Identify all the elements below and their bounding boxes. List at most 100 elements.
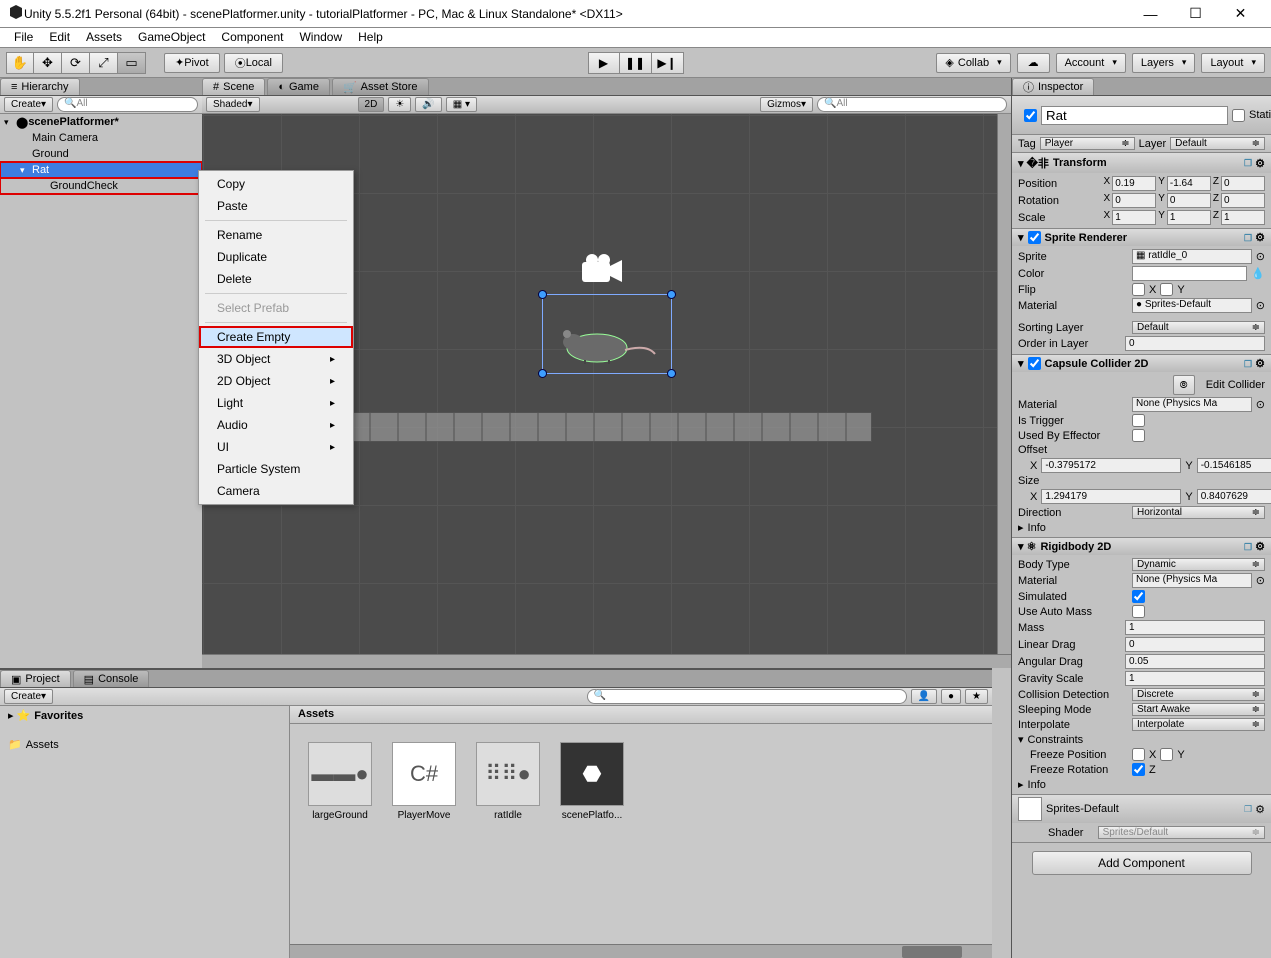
resize-handle[interactable] [538, 290, 547, 299]
collision-detection-dropdown[interactable]: Discrete [1132, 688, 1265, 701]
gravity-scale-input[interactable] [1125, 671, 1265, 686]
scene-fx-toggle[interactable]: ▦ ▾ [446, 97, 477, 112]
move-tool-button[interactable]: ✥ [34, 52, 62, 74]
gameobject-active-checkbox[interactable] [1024, 109, 1037, 122]
body-type-dropdown[interactable]: Dynamic [1132, 558, 1265, 571]
freeze-pos-x-checkbox[interactable] [1132, 748, 1145, 761]
project-breadcrumb[interactable]: Assets [290, 706, 992, 724]
context-menu-item[interactable]: Create Empty [199, 326, 353, 348]
color-field[interactable] [1132, 266, 1247, 281]
hierarchy-item[interactable]: Main Camera [0, 130, 202, 146]
order-in-layer-input[interactable] [1125, 336, 1265, 351]
sorting-layer-dropdown[interactable]: Default [1132, 321, 1265, 334]
window-maximize-button[interactable]: ☐ [1173, 1, 1218, 27]
scene-scrollbar-v[interactable] [997, 114, 1011, 654]
material-preview-header[interactable]: Sprites-Default [1012, 795, 1271, 823]
sprite-renderer-header[interactable]: ▾ Sprite Renderer [1012, 229, 1271, 246]
scene-scrollbar-h[interactable] [202, 654, 1011, 668]
window-close-button[interactable]: ✕ [1218, 1, 1263, 27]
gear-icon[interactable] [1255, 157, 1265, 170]
asset-item[interactable]: C#PlayerMove [392, 742, 456, 821]
freeze-pos-y-checkbox[interactable] [1160, 748, 1173, 761]
context-menu-item[interactable]: Audio [199, 414, 353, 436]
asset-store-tab[interactable]: 🛒 Asset Store [332, 78, 429, 95]
tag-dropdown[interactable]: Player [1040, 137, 1135, 150]
help-icon[interactable] [1244, 541, 1252, 553]
rot-z-input[interactable] [1221, 193, 1265, 208]
auto-mass-checkbox[interactable] [1132, 605, 1145, 618]
sprite-renderer-enabled[interactable] [1028, 231, 1041, 244]
rect-tool-button[interactable]: ▭ [118, 52, 146, 74]
simulated-checkbox[interactable] [1132, 590, 1145, 603]
context-menu-item[interactable]: 3D Object [199, 348, 353, 370]
is-trigger-checkbox[interactable] [1132, 414, 1145, 427]
sleeping-mode-dropdown[interactable]: Start Awake [1132, 703, 1265, 716]
sprite-field[interactable]: ▦ ratIdle_0 [1132, 249, 1252, 264]
gear-icon[interactable] [1255, 357, 1265, 370]
project-search-input[interactable]: 🔍 [587, 689, 907, 704]
rotate-tool-button[interactable]: ⟳ [62, 52, 90, 74]
gear-icon[interactable] [1255, 231, 1265, 244]
context-menu-item[interactable]: Delete [199, 268, 353, 290]
menu-window[interactable]: Window [291, 28, 350, 47]
inspector-tab[interactable]: ⓘ Inspector [1012, 78, 1094, 95]
pause-button[interactable]: ❚❚ [620, 52, 652, 74]
game-tab[interactable]: ◐ Game [267, 78, 330, 95]
2d-toggle[interactable]: 2D [358, 97, 385, 112]
pos-x-input[interactable] [1112, 176, 1156, 191]
rb-info-foldout[interactable]: ▸ Info [1018, 777, 1265, 792]
size-y-input[interactable] [1197, 489, 1271, 504]
help-icon[interactable] [1244, 803, 1252, 815]
project-filter-1[interactable]: 👤 [911, 689, 937, 704]
project-filter-2[interactable]: ● [941, 689, 961, 704]
project-tab[interactable]: ▣ Project [0, 670, 71, 687]
gear-icon[interactable] [1255, 540, 1265, 553]
context-menu-item[interactable]: Particle System [199, 458, 353, 480]
help-icon[interactable] [1244, 358, 1252, 370]
resize-handle[interactable] [538, 369, 547, 378]
linear-drag-input[interactable] [1125, 637, 1265, 652]
account-dropdown[interactable]: Account [1056, 53, 1126, 73]
rat-sprite[interactable] [557, 324, 657, 364]
rigidbody-header[interactable]: ▾ ⚛ Rigidbody 2D [1012, 538, 1271, 555]
asset-item[interactable]: ⠿⠿●ratIdle [476, 742, 540, 821]
hand-tool-button[interactable]: ✋ [6, 52, 34, 74]
edit-collider-button[interactable]: ⦾ [1173, 375, 1195, 395]
capsule-collider-header[interactable]: ▾ Capsule Collider 2D [1012, 355, 1271, 372]
gameobject-name-input[interactable] [1041, 106, 1228, 125]
scene-tab[interactable]: # Scene [202, 78, 265, 95]
add-component-button[interactable]: Add Component [1032, 851, 1252, 875]
project-folders-tree[interactable]: ▸ ⭐ Favorites 📁 Assets [0, 706, 290, 958]
flip-x-checkbox[interactable] [1132, 283, 1145, 296]
scale-tool-button[interactable]: ⤢ [90, 52, 118, 74]
layers-dropdown[interactable]: Layers [1132, 53, 1196, 73]
menu-edit[interactable]: Edit [41, 28, 78, 47]
step-button[interactable]: ▶❙ [652, 52, 684, 74]
offset-x-input[interactable] [1041, 458, 1181, 473]
context-menu-item[interactable]: Rename [199, 224, 353, 246]
info-foldout[interactable]: ▸ Info [1018, 520, 1265, 535]
shader-dropdown[interactable]: Sprites/Default [1098, 826, 1265, 839]
static-checkbox[interactable] [1232, 109, 1245, 122]
menu-component[interactable]: Component [213, 28, 291, 47]
direction-dropdown[interactable]: Horizontal [1132, 506, 1265, 519]
freeze-rot-z-checkbox[interactable] [1132, 763, 1145, 776]
context-menu-item[interactable]: Copy [199, 173, 353, 195]
interpolate-dropdown[interactable]: Interpolate [1132, 718, 1265, 731]
scene-light-toggle[interactable]: ☀ [388, 97, 411, 112]
hierarchy-item[interactable]: Ground [0, 146, 202, 162]
help-icon[interactable] [1244, 232, 1252, 244]
context-menu-item[interactable]: Camera [199, 480, 353, 502]
shading-mode-dropdown[interactable]: Shaded ▾ [206, 97, 260, 112]
mass-input[interactable] [1125, 620, 1265, 635]
help-icon[interactable] [1244, 157, 1252, 169]
asset-item[interactable]: ▬▬●largeGround [308, 742, 372, 821]
used-by-effector-checkbox[interactable] [1132, 429, 1145, 442]
hierarchy-item[interactable]: ▾Rat [0, 162, 202, 178]
layout-dropdown[interactable]: Layout [1201, 53, 1265, 73]
project-filter-3[interactable]: ★ [965, 689, 988, 704]
context-menu-item[interactable]: 2D Object [199, 370, 353, 392]
project-slider[interactable] [290, 944, 992, 958]
local-toggle[interactable]: ⦿ Local [224, 53, 283, 73]
pos-z-input[interactable] [1221, 176, 1265, 191]
